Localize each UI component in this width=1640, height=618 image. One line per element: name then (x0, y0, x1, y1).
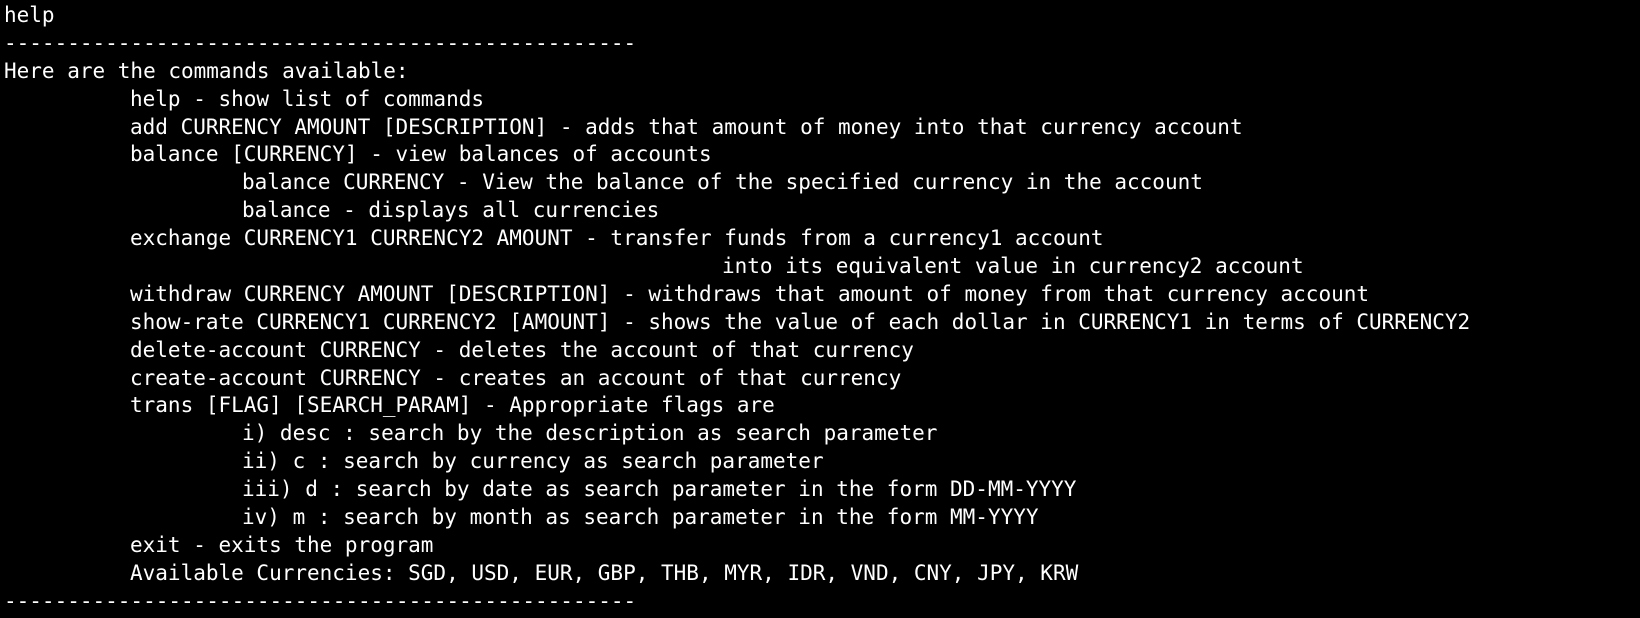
create-account-command-line: create-account CURRENCY - creates an acc… (130, 365, 902, 390)
trans-flag-currency: ii) c : search by currency as search par… (242, 449, 824, 474)
separator-top: ----------------------------------------… (4, 30, 637, 55)
intro-text: Here are the commands available: (4, 58, 409, 83)
available-currencies-line: Available Currencies: SGD, USD, EUR, GBP… (130, 560, 1079, 585)
separator-bottom: ----------------------------------------… (4, 588, 637, 613)
delete-account-command-line: delete-account CURRENCY - deletes the ac… (130, 337, 914, 362)
exit-command-line: exit - exits the program (130, 532, 434, 557)
trans-flag-desc: i) desc : search by the description as s… (242, 421, 938, 446)
trans-command-line: trans [FLAG] [SEARCH_PARAM] - Appropriat… (130, 393, 775, 418)
balance-all-subline: balance - displays all currencies (242, 198, 660, 223)
trans-flag-month: iv) m : search by month as search parame… (242, 505, 1039, 530)
exchange-command-continuation: into its equivalent value in currency2 a… (722, 254, 1304, 279)
terminal-output: help -----------------------------------… (4, 2, 1636, 614)
balance-currency-subline: balance CURRENCY - View the balance of t… (242, 170, 1203, 195)
withdraw-command-line: withdraw CURRENCY AMOUNT [DESCRIPTION] -… (130, 281, 1370, 306)
balance-command-line: balance [CURRENCY] - view balances of ac… (130, 142, 712, 167)
command-input-line: help (4, 3, 55, 27)
show-rate-command-line: show-rate CURRENCY1 CURRENCY2 [AMOUNT] -… (130, 309, 1471, 334)
trans-flag-date: iii) d : search by date as search parame… (242, 477, 1077, 502)
help-command-line: help - show list of commands (130, 86, 485, 111)
add-command-line: add CURRENCY AMOUNT [DESCRIPTION] - adds… (130, 114, 1243, 139)
exchange-command-line: exchange CURRENCY1 CURRENCY2 AMOUNT - tr… (130, 226, 1104, 251)
